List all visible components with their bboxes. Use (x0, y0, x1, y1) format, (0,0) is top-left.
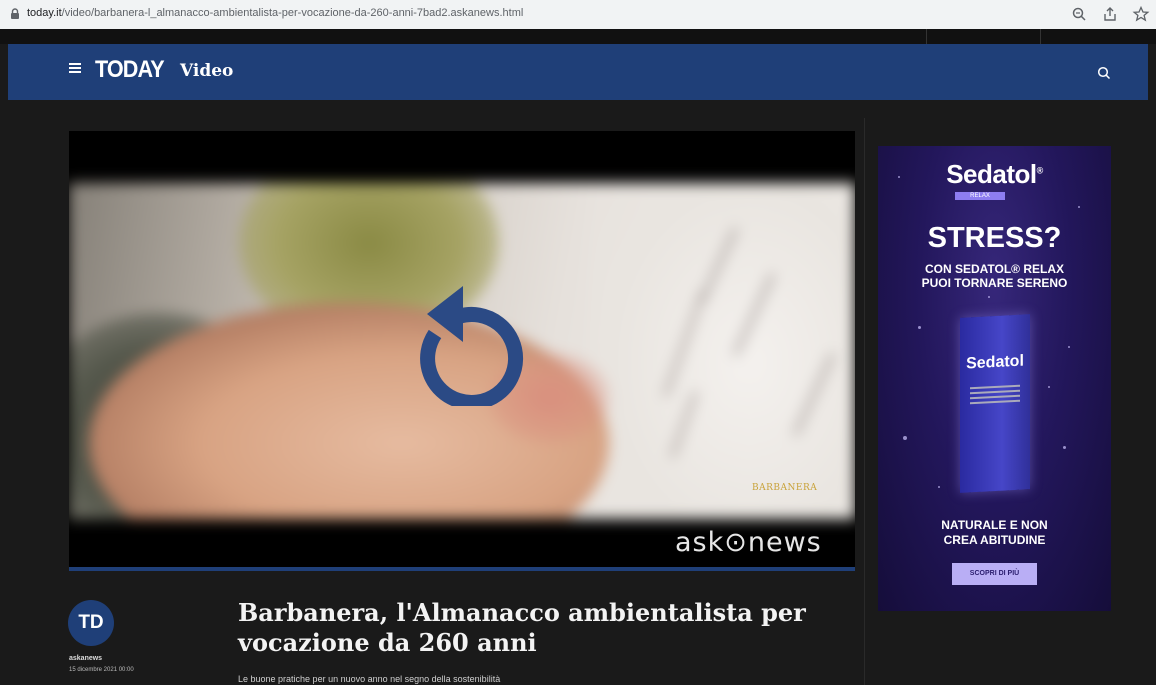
article-subtitle: Le buone pratiche per un nuovo anno nel … (238, 674, 501, 684)
ad-brand: Sedatol® (946, 159, 1043, 189)
publish-date: 15 dicembre 2021 00:00 (69, 667, 134, 673)
column-divider (864, 118, 865, 685)
ad-product-box: Sedatol (960, 314, 1030, 493)
strip-divider (926, 29, 927, 44)
replay-icon[interactable] (395, 266, 525, 406)
zoom-icon[interactable] (1070, 5, 1088, 23)
site-navbar: TODAY Video (8, 44, 1148, 100)
strip-divider (1040, 29, 1041, 44)
menu-icon[interactable] (69, 63, 81, 73)
ad-headline: STRESS? (927, 222, 1062, 254)
ad-box-brand: Sedatol (966, 352, 1024, 373)
video-watermark: BARBANERA (752, 483, 818, 493)
ad-banner[interactable]: Sedatol® RELAX STRESS? CON SEDATOL® RELA… (878, 146, 1111, 611)
article-title: Barbanera, l'Almanacco ambientalista per… (238, 598, 806, 657)
bookmark-star-icon[interactable] (1132, 5, 1150, 23)
share-icon[interactable] (1101, 5, 1119, 23)
lock-icon (11, 8, 19, 19)
top-strip (0, 29, 1156, 44)
ad-cta-button[interactable]: SCOPRI DI PIÙ (952, 563, 1037, 585)
ad-relax-tag: RELAX (955, 192, 1005, 200)
section-title[interactable]: Video (180, 61, 233, 81)
video-player[interactable]: BARBANERA ask⊙news (69, 131, 855, 567)
author-avatar[interactable]: TD (68, 600, 114, 646)
askanews-logo: ask⊙news (675, 527, 822, 558)
ad-claim: NATURALE E NON CREA ABITUDINE (941, 518, 1048, 547)
search-icon[interactable] (1097, 66, 1111, 80)
url-path: /video/barbanera-l_almanacco-ambientalis… (61, 7, 524, 19)
url-host: today.it (27, 7, 62, 19)
browser-address-bar[interactable]: today.it/video/barbanera-l_almanacco-amb… (0, 0, 1156, 30)
ad-subheadline: CON SEDATOL® RELAX PUOI TORNARE SERENO (921, 262, 1068, 290)
site-logo[interactable]: TODAY (95, 56, 165, 84)
player-progress-bar (69, 567, 855, 571)
author-name[interactable]: askanews (69, 655, 102, 662)
url-text[interactable]: today.it/video/barbanera-l_almanacco-amb… (27, 7, 523, 19)
